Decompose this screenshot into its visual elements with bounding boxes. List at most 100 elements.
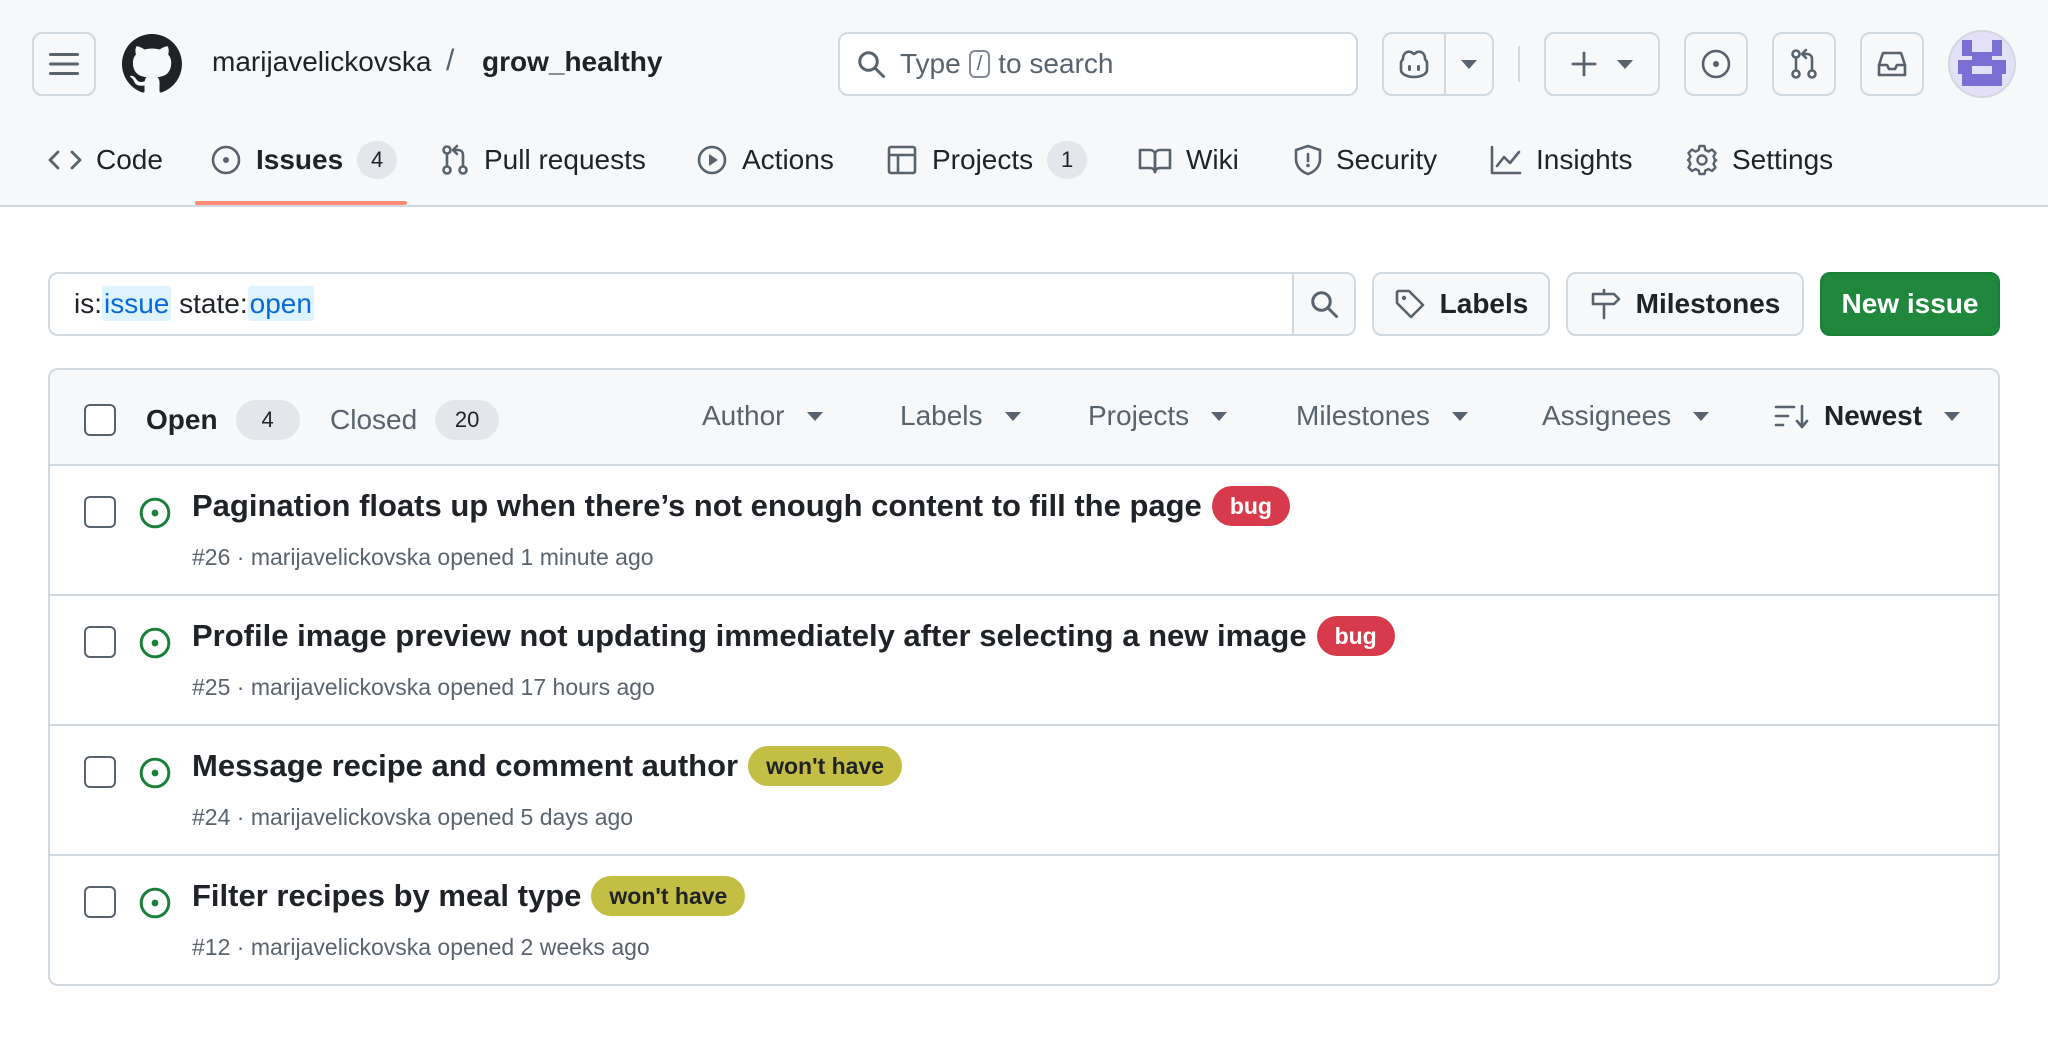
search-placeholder-prefix: Type (900, 48, 961, 79)
milestones-button[interactable]: Milestones (1566, 272, 1804, 336)
issue-select-checkbox[interactable] (84, 626, 116, 658)
chevron-down-icon (1451, 411, 1468, 421)
author-filter-label: Author (702, 400, 785, 431)
repo-owner-link[interactable]: marijavelickovska (212, 46, 431, 78)
chevron-down-icon (1461, 59, 1477, 69)
labels-filter-label: Labels (900, 400, 983, 431)
issue-title-link[interactable]: Pagination floats up when there’s not en… (192, 488, 1202, 524)
issue-opened-icon (139, 887, 171, 919)
your-issues-button[interactable] (1684, 32, 1748, 96)
sort-label: Newest (1824, 400, 1923, 431)
notifications-inbox-button[interactable] (1860, 32, 1924, 96)
chevron-down-icon (1693, 411, 1710, 421)
issue-label-badge[interactable]: bug (1211, 486, 1290, 526)
issue-title-line: Profile image preview not updating immed… (192, 616, 1395, 656)
issues-list-header: Open 4 Closed 20 Author Labels Projects … (50, 370, 1998, 466)
copilot-icon (1399, 50, 1429, 79)
breadcrumb-separator: / (446, 44, 455, 77)
user-avatar[interactable] (1948, 30, 2016, 98)
projects-filter-dropdown[interactable]: Projects (1088, 400, 1228, 432)
hamburger-menu-icon (49, 53, 79, 75)
issue-select-checkbox[interactable] (84, 886, 116, 918)
inbox-icon (1877, 51, 1907, 77)
issue-label-badge[interactable]: bug (1316, 616, 1395, 656)
issues-list: Open 4 Closed 20 Author Labels Projects … (48, 368, 2000, 986)
labels-filter-dropdown[interactable]: Labels (900, 400, 1021, 432)
play-icon (697, 145, 727, 175)
filter-value-issue: issue (102, 286, 172, 321)
issue-meta: #24 · marijavelickovska opened 5 days ag… (192, 804, 634, 830)
issue-opened-icon (211, 145, 241, 175)
issue-title-link[interactable]: Profile image preview not updating immed… (192, 618, 1307, 654)
tab-issues[interactable]: Issues 4 (210, 138, 398, 182)
filter-query: is:issue state:open (74, 286, 314, 321)
chevron-down-icon (1211, 411, 1228, 421)
table-icon (887, 145, 917, 175)
issue-title-link[interactable]: Message recipe and comment author (192, 748, 738, 784)
issue-label-badge[interactable]: won't have (748, 746, 903, 786)
tab-code[interactable]: Code (48, 138, 163, 182)
assignees-filter-label: Assignees (1542, 400, 1672, 431)
create-new-button[interactable] (1544, 32, 1660, 96)
tab-wiki[interactable]: Wiki (1138, 138, 1239, 182)
filter-qualifier-state: state: (171, 288, 248, 319)
milestones-filter-dropdown[interactable]: Milestones (1296, 400, 1468, 432)
labels-button-label: Labels (1439, 288, 1529, 319)
open-issues-tab[interactable]: Open 4 (146, 400, 300, 440)
chevron-down-icon (1944, 411, 1961, 421)
issue-meta: #25 · marijavelickovska opened 17 hours … (192, 674, 655, 700)
tab-projects-label: Projects (932, 144, 1034, 175)
closed-issues-count: 20 (435, 400, 500, 440)
tab-insights-label: Insights (1536, 144, 1633, 175)
issue-select-checkbox[interactable] (84, 496, 116, 528)
book-icon (1138, 148, 1172, 174)
your-pull-requests-button[interactable] (1772, 32, 1836, 96)
header-divider (1518, 46, 1520, 82)
issue-meta: #12 · marijavelickovska opened 2 weeks a… (192, 934, 650, 960)
tab-issues-label: Issues (256, 144, 344, 175)
github-logo-icon[interactable] (122, 34, 182, 94)
tab-settings[interactable]: Settings (1686, 138, 1833, 182)
copilot-dropdown-button[interactable] (1446, 34, 1492, 94)
sort-dropdown[interactable]: Newest (1774, 400, 1961, 432)
assignees-filter-dropdown[interactable]: Assignees (1542, 400, 1710, 432)
issue-row[interactable]: Message recipe and comment author won't … (50, 726, 1998, 856)
copilot-button[interactable] (1384, 34, 1446, 94)
issue-opened-icon (1701, 49, 1731, 79)
issue-row[interactable]: Filter recipes by meal type won't have #… (50, 856, 1998, 984)
tab-code-label: Code (96, 144, 163, 175)
labels-button[interactable]: Labels (1372, 272, 1550, 336)
plus-icon (1571, 51, 1597, 77)
filter-search-button[interactable] (1292, 274, 1354, 334)
tab-projects[interactable]: Projects 1 (886, 138, 1088, 182)
closed-issues-tab[interactable]: Closed 20 (330, 400, 500, 440)
tab-insights[interactable]: Insights (1490, 138, 1633, 182)
milestones-filter-label: Milestones (1296, 400, 1430, 431)
select-all-checkbox[interactable] (84, 404, 116, 436)
active-tab-indicator (195, 201, 407, 205)
tab-security[interactable]: Security (1294, 138, 1437, 182)
shield-icon (1294, 144, 1322, 176)
tab-actions[interactable]: Actions (696, 138, 834, 182)
global-search-input[interactable]: Type / to search (838, 32, 1358, 96)
tag-icon (1395, 289, 1424, 319)
menu-button[interactable] (32, 32, 96, 96)
tab-pull-requests[interactable]: Pull requests (440, 138, 646, 182)
tab-security-label: Security (1336, 144, 1438, 175)
closed-issues-label: Closed (330, 404, 418, 435)
issue-title-link[interactable]: Filter recipes by meal type (192, 878, 581, 914)
issues-filter-input[interactable]: is:issue state:open (48, 272, 1356, 336)
issue-row[interactable]: Pagination floats up when there’s not en… (50, 466, 1998, 596)
issues-count-badge: 4 (357, 141, 398, 179)
sort-desc-icon (1774, 404, 1809, 429)
issue-select-checkbox[interactable] (84, 756, 116, 788)
issue-title-line: Message recipe and comment author won't … (192, 746, 903, 786)
gear-icon (1686, 144, 1718, 176)
tab-pull-requests-label: Pull requests (484, 144, 646, 175)
author-filter-dropdown[interactable]: Author (702, 400, 823, 432)
issue-label-badge[interactable]: won't have (591, 876, 746, 916)
new-issue-button[interactable]: New issue (1820, 272, 2000, 336)
repo-name-link[interactable]: grow_healthy (482, 46, 662, 78)
chevron-down-icon (1004, 411, 1021, 421)
issue-row[interactable]: Profile image preview not updating immed… (50, 596, 1998, 726)
